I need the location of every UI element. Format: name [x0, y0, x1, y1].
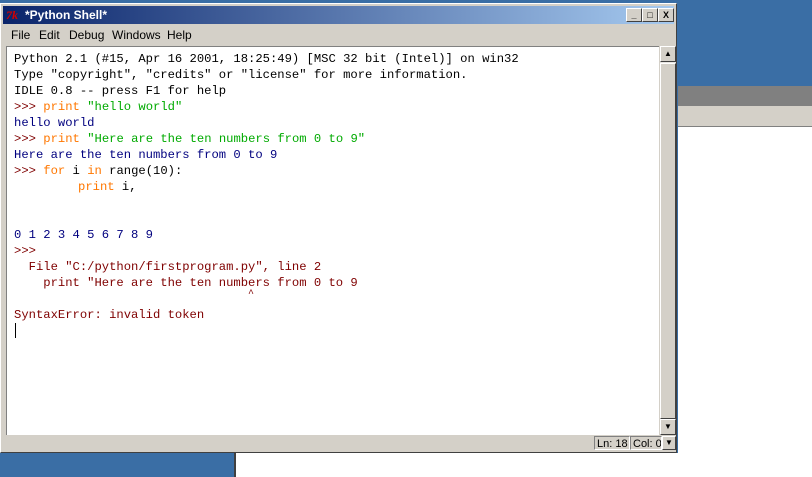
menu-bar: File Edit Debug Windows Help	[3, 26, 674, 45]
prompt: >>>	[14, 164, 36, 178]
window-title: *Python Shell*	[25, 8, 108, 22]
output-line-2: Here are the ten numbers from 0 to 9	[14, 148, 278, 162]
text-cursor	[15, 323, 16, 338]
scroll-up-arrow-icon[interactable]: ▲	[660, 46, 676, 62]
menu-debug[interactable]: Debug	[69, 26, 104, 45]
column-number-status: Col: 0	[630, 436, 662, 450]
menu-windows[interactable]: Windows	[112, 26, 161, 45]
maximize-button[interactable]: □	[642, 8, 658, 22]
keyword: print	[43, 132, 80, 146]
background-window-lower	[234, 453, 680, 477]
print-args: i,	[114, 180, 137, 194]
error-caret-line: ^	[14, 289, 255, 300]
background-window-menubar	[678, 106, 812, 127]
prompt: >>>	[14, 100, 36, 114]
line-number-status: Ln: 18	[594, 436, 630, 450]
string-literal: "hello world"	[87, 100, 183, 114]
banner-line-3: IDLE 0.8 -- press F1 for help	[14, 84, 227, 98]
empty-prompt: >>>	[14, 244, 36, 258]
keyword-for: for	[43, 164, 66, 178]
vertical-scrollbar[interactable]: ▲ ▼	[660, 46, 676, 435]
loop-variable: i	[65, 164, 88, 178]
title-bar[interactable]: 7k *Python Shell* _ □ X	[3, 6, 674, 24]
output-line-3: 0 1 2 3 4 5 6 7 8 9	[14, 228, 153, 242]
shell-text-area[interactable]: Python 2.1 (#15, Apr 16 2001, 18:25:49) …	[6, 46, 659, 435]
prompt: >>>	[14, 132, 36, 146]
string-literal: "Here are the ten numbers from 0 to 9"	[87, 132, 366, 146]
command-line-4: print i,	[78, 179, 137, 195]
scrollbar-thumb[interactable]	[660, 63, 676, 419]
command-line-3: >>> for i in range(10):	[14, 163, 182, 179]
close-button[interactable]: X	[658, 8, 674, 22]
status-bar: Ln: 18 Col: 0 ▼	[3, 436, 676, 450]
scroll-down-arrow-icon[interactable]: ▼	[660, 419, 676, 435]
keyword: print	[78, 180, 115, 194]
command-line-1: >>> print "hello world"	[14, 99, 182, 115]
dropdown-arrow-icon[interactable]: ▼	[662, 436, 676, 450]
menu-file[interactable]: File	[11, 26, 30, 45]
background-window-titlebar	[678, 86, 812, 106]
menu-edit[interactable]: Edit	[39, 26, 60, 45]
menu-help[interactable]: Help	[167, 26, 192, 45]
background-window-body	[678, 127, 812, 477]
output-line-1: hello world	[14, 116, 95, 130]
tk-app-icon[interactable]: 7k	[6, 8, 22, 22]
command-line-2: >>> print "Here are the ten numbers from…	[14, 131, 365, 147]
banner-line-2: Type "copyright", "credits" or "license"…	[14, 68, 468, 82]
background-window	[678, 86, 812, 477]
error-message: SyntaxError: invalid token	[14, 308, 205, 322]
minimize-button[interactable]: _	[626, 8, 642, 22]
keyword: print	[43, 100, 80, 114]
banner-line-1: Python 2.1 (#15, Apr 16 2001, 18:25:49) …	[14, 52, 519, 66]
python-shell-window: 7k *Python Shell* _ □ X File Edit Debug …	[0, 3, 677, 453]
error-file-line: File "C:/python/firstprogram.py", line 2	[14, 260, 322, 274]
range-call: range(10):	[101, 164, 183, 178]
keyword-in: in	[87, 164, 102, 178]
